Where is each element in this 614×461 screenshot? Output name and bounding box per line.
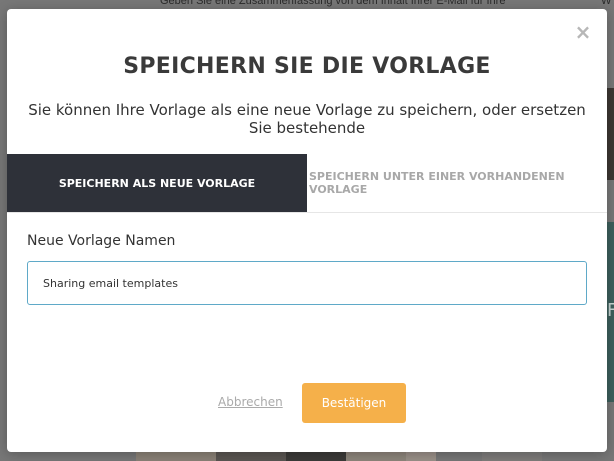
tab-save-existing[interactable]: SPEICHERN UNTER EINER VORHANDENEN VORLAG… bbox=[307, 154, 607, 212]
background-image-strip bbox=[136, 452, 216, 461]
tab-save-as-new[interactable]: SPEICHERN ALS NEUE VORLAGE bbox=[7, 154, 307, 212]
background-image-strip bbox=[482, 452, 542, 461]
confirm-button[interactable]: Bestätigen bbox=[302, 383, 406, 423]
close-icon[interactable]: × bbox=[572, 20, 594, 44]
background-image-strip bbox=[216, 452, 286, 461]
background-text-right: W bbox=[601, 0, 612, 7]
background-image-strip bbox=[406, 452, 436, 461]
modal-title: SPEICHERN SIE DIE VORLAGE bbox=[123, 54, 491, 79]
background-image-dark bbox=[607, 88, 614, 180]
background-image-strip bbox=[346, 452, 406, 461]
background-text: Geben Sie eine Zusammenfassung von dem I… bbox=[160, 0, 506, 7]
background-image-strip bbox=[286, 452, 346, 461]
modal-subtitle: Sie können Ihre Vorlage als eine neue Vo… bbox=[28, 101, 586, 137]
save-template-modal: × SPEICHERN SIE DIE VORLAGE Sie können I… bbox=[7, 9, 607, 452]
template-name-label: Neue Vorlage Namen bbox=[27, 233, 176, 249]
template-name-input[interactable] bbox=[27, 261, 587, 305]
cancel-button[interactable]: Abbrechen bbox=[218, 395, 283, 409]
save-mode-tabs: SPEICHERN ALS NEUE VORLAGE SPEICHERN UNT… bbox=[7, 154, 607, 213]
background-glyph: F bbox=[607, 300, 614, 321]
